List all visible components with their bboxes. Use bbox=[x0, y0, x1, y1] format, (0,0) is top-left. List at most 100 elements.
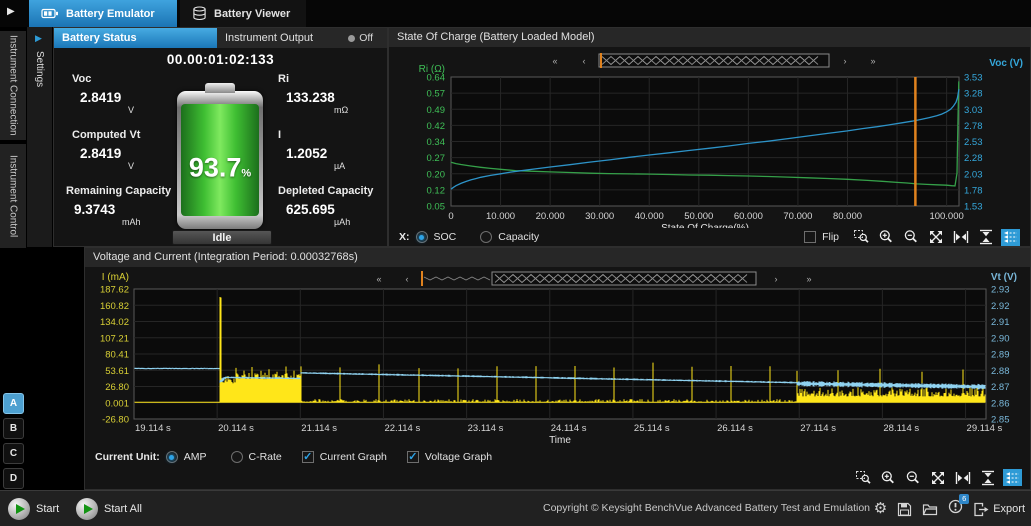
elapsed-timer: 00.00:01:02:133 bbox=[54, 52, 387, 67]
svg-text:29.114 s: 29.114 s bbox=[967, 423, 1003, 434]
svg-text:3.53: 3.53 bbox=[964, 73, 983, 84]
svg-text:Ri (Ω): Ri (Ω) bbox=[419, 64, 445, 75]
scrollbar-arrow[interactable]: « bbox=[552, 56, 557, 66]
svg-text:107.21: 107.21 bbox=[100, 333, 129, 344]
sidebar-item-instrument-control[interactable]: Instrument Control bbox=[0, 144, 26, 248]
svg-text:27.114 s: 27.114 s bbox=[800, 423, 836, 434]
soc-zoom-toolbar bbox=[845, 229, 1020, 246]
fit-width-icon[interactable] bbox=[951, 229, 970, 246]
tab-label: Battery Emulator bbox=[66, 8, 155, 20]
svg-text:0.57: 0.57 bbox=[427, 89, 446, 100]
channel-button-b[interactable]: B bbox=[3, 418, 24, 439]
zoom-region-icon[interactable] bbox=[851, 229, 870, 246]
battery-status-tab[interactable]: Battery Status bbox=[54, 28, 217, 48]
output-state-dot-icon bbox=[348, 35, 355, 42]
sidebar-collapse-icon[interactable]: ▶ bbox=[7, 6, 15, 17]
pan-icon[interactable] bbox=[928, 469, 947, 486]
soc-chart-svg[interactable]: 0.640.570.490.420.340.270.200.120.053.53… bbox=[389, 47, 1030, 228]
svg-text:60.000: 60.000 bbox=[734, 211, 763, 222]
sidebar-item-instrument-connection[interactable]: Instrument Connection bbox=[0, 31, 26, 140]
voltage-current-panel: Voltage and Current (Integration Period:… bbox=[84, 247, 1031, 490]
start-button[interactable]: Start bbox=[8, 498, 59, 520]
current-graph-label: Current Graph bbox=[320, 451, 387, 463]
settings-label[interactable]: Settings bbox=[34, 51, 45, 87]
soc-radio-label: SOC bbox=[434, 231, 457, 243]
svg-text:24.114 s: 24.114 s bbox=[551, 423, 587, 434]
vc-controls: Current Unit: AMP C-Rate Current Graph V… bbox=[85, 448, 1030, 466]
capacity-radio-label: Capacity bbox=[498, 231, 539, 243]
output-state-indicator[interactable]: Off bbox=[348, 32, 373, 44]
soc-panel: State Of Charge (Battery Loaded Model) 0… bbox=[388, 27, 1031, 247]
scrollbar-arrow[interactable]: » bbox=[870, 56, 875, 66]
play-icon bbox=[8, 498, 30, 520]
fit-height-icon[interactable] bbox=[978, 469, 997, 486]
gear-icon[interactable]: ⚙ bbox=[874, 500, 887, 518]
svg-text:0.05: 0.05 bbox=[427, 202, 446, 213]
svg-text:22.114 s: 22.114 s bbox=[384, 423, 420, 434]
export-icon bbox=[973, 502, 989, 517]
svg-text:-26.80: -26.80 bbox=[102, 415, 129, 426]
current-graph-checkbox[interactable] bbox=[302, 451, 314, 463]
c-rate-radio[interactable] bbox=[231, 451, 243, 463]
open-folder-icon[interactable] bbox=[922, 502, 938, 516]
notifications-button[interactable]: 6 bbox=[948, 499, 963, 519]
battery-terminal bbox=[205, 83, 235, 93]
zoom-out-icon[interactable] bbox=[901, 229, 920, 246]
save-icon[interactable] bbox=[897, 502, 912, 517]
scrollbar-arrow[interactable]: ‹ bbox=[583, 56, 586, 66]
svg-text:23.114 s: 23.114 s bbox=[468, 423, 504, 434]
svg-text:0.001: 0.001 bbox=[105, 398, 129, 409]
instrument-output-label: Instrument Output bbox=[225, 32, 313, 44]
svg-text:21.114 s: 21.114 s bbox=[301, 423, 337, 434]
fit-width-icon[interactable] bbox=[953, 469, 972, 486]
svg-text:187.62: 187.62 bbox=[100, 285, 129, 296]
zoom-in-icon[interactable] bbox=[876, 229, 895, 246]
svg-text:2.89: 2.89 bbox=[991, 350, 1010, 361]
svg-text:10.000: 10.000 bbox=[486, 211, 515, 222]
tab-battery-emulator[interactable]: Battery Emulator bbox=[29, 0, 177, 27]
zoom-out-icon[interactable] bbox=[903, 469, 922, 486]
pan-icon[interactable] bbox=[926, 229, 945, 246]
c-rate-radio-label: C-Rate bbox=[249, 451, 282, 463]
vc-chart-svg[interactable]: 187.62160.82134.02107.2180.4153.6126.800… bbox=[85, 267, 1030, 447]
svg-text:20.114 s: 20.114 s bbox=[218, 423, 254, 434]
scrollbar-arrow[interactable]: » bbox=[806, 274, 811, 284]
capacity-radio[interactable] bbox=[480, 231, 492, 243]
battery-body: 93.7% bbox=[177, 91, 263, 229]
fit-height-icon[interactable] bbox=[976, 229, 995, 246]
svg-text:2.91: 2.91 bbox=[991, 317, 1010, 328]
svg-text:28.114 s: 28.114 s bbox=[883, 423, 919, 434]
track-icon[interactable] bbox=[1001, 229, 1020, 246]
tab-battery-viewer[interactable]: Battery Viewer bbox=[180, 0, 306, 27]
start-all-button[interactable]: Start All bbox=[76, 498, 142, 520]
run-state-badge: Idle bbox=[172, 230, 272, 245]
svg-text:0.12: 0.12 bbox=[427, 185, 446, 196]
scrollbar-arrow[interactable]: › bbox=[775, 274, 778, 284]
scrollbar-thumb[interactable] bbox=[492, 272, 756, 285]
scrollbar-arrow[interactable]: › bbox=[844, 56, 847, 66]
soc-radio[interactable] bbox=[416, 231, 428, 243]
flip-checkbox[interactable] bbox=[804, 231, 816, 243]
zoom-region-icon[interactable] bbox=[853, 469, 872, 486]
metric-ri: Ri 133.238 mΩ bbox=[278, 73, 348, 115]
export-button[interactable]: Export bbox=[973, 502, 1025, 517]
bottom-bar: Start Start All Copyright © Keysight Ben… bbox=[0, 490, 1031, 526]
scrollbar-arrow[interactable]: ‹ bbox=[406, 274, 409, 284]
channel-button-c[interactable]: C bbox=[3, 443, 24, 464]
svg-text:25.114 s: 25.114 s bbox=[634, 423, 670, 434]
tab-bar: ▶ Battery Emulator Battery Viewer bbox=[0, 0, 1031, 27]
track-icon[interactable] bbox=[1003, 469, 1022, 486]
voltage-graph-checkbox[interactable] bbox=[407, 451, 419, 463]
scrollbar-arrow[interactable]: « bbox=[376, 274, 381, 284]
svg-text:1.78: 1.78 bbox=[964, 185, 983, 196]
settings-rail: ▶ Settings bbox=[27, 27, 53, 247]
svg-text:2.90: 2.90 bbox=[991, 333, 1010, 344]
svg-text:26.80: 26.80 bbox=[105, 382, 129, 393]
svg-text:0.27: 0.27 bbox=[427, 153, 446, 164]
settings-expand-icon[interactable]: ▶ bbox=[35, 33, 42, 44]
soc-panel-title: State Of Charge (Battery Loaded Model) bbox=[389, 28, 1030, 47]
amp-radio[interactable] bbox=[166, 451, 178, 463]
channel-button-d[interactable]: D bbox=[3, 468, 24, 489]
zoom-in-icon[interactable] bbox=[878, 469, 897, 486]
channel-button-a[interactable]: A bbox=[3, 393, 24, 414]
